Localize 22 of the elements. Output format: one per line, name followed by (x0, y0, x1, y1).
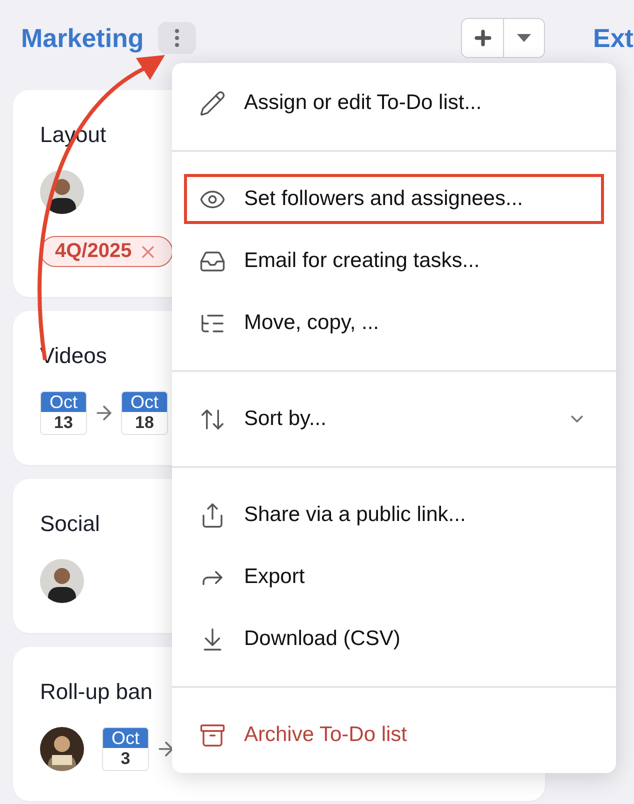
date-chip: Oct 3 (102, 727, 149, 771)
date-chip: Oct 13 (40, 391, 87, 435)
archive-icon (199, 722, 226, 748)
more-options-button[interactable] (158, 22, 196, 54)
tag[interactable]: 4Q/2025 (40, 236, 173, 267)
task-title: Social (40, 511, 100, 537)
menu-item[interactable]: Sort by... (184, 394, 604, 444)
menu-item[interactable]: Assign or edit To-Do list... (184, 78, 604, 128)
list-title: Ext (593, 22, 634, 54)
menu-item[interactable]: Email for creating tasks... (184, 236, 604, 286)
list-title: Marketing (21, 22, 144, 54)
menu-item[interactable]: Download (CSV) (184, 614, 604, 664)
caret-down-icon (517, 34, 531, 42)
menu-item[interactable]: Move, copy, ... (184, 298, 604, 348)
date-chip: Oct 18 (121, 391, 168, 435)
menu-item[interactable]: Share via a public link... (184, 490, 604, 540)
menu-item[interactable]: Archive To-Do list (184, 710, 604, 760)
menu-item[interactable]: Export (184, 552, 604, 602)
task-title: Roll-up ban (40, 679, 153, 705)
dropdown-button[interactable] (503, 19, 544, 57)
pencil-icon (199, 90, 226, 116)
menu-item[interactable]: Set followers and assignees... (184, 174, 604, 224)
